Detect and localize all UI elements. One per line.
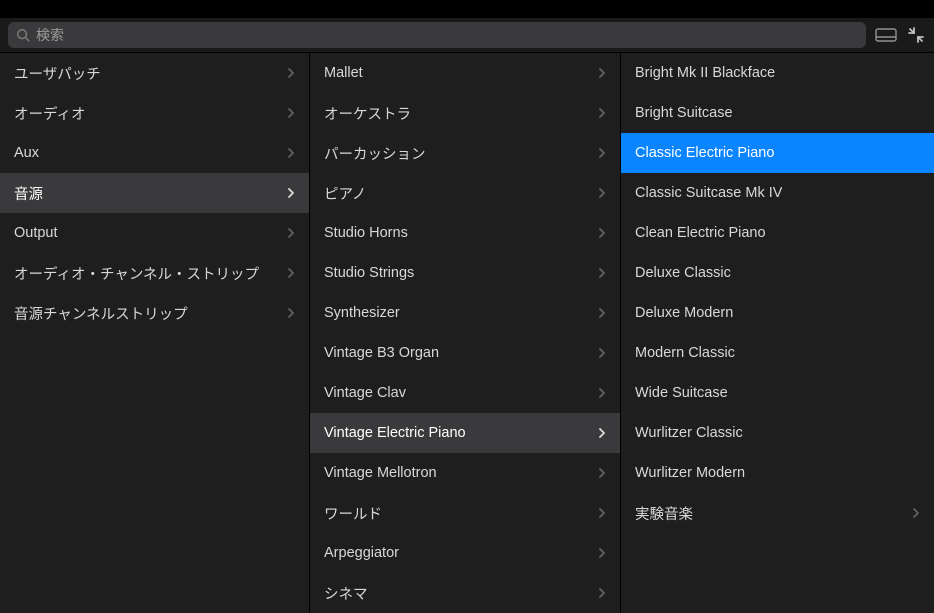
column-2: Mallet オーケストラパーカッションピアノ Studio Horns Studio… bbox=[310, 53, 621, 613]
list-item[interactable]: シネマ bbox=[310, 573, 620, 613]
list-item-label: オーケストラ bbox=[324, 103, 411, 124]
chevron-right-icon bbox=[598, 67, 606, 79]
list-item[interactable]: Classic Suitcase Mk IV bbox=[621, 173, 934, 213]
list-item-label: Output bbox=[14, 225, 58, 241]
chevron-right-icon bbox=[287, 227, 295, 239]
column-3: Bright Mk II Blackface Bright Suitcase Cla… bbox=[621, 53, 934, 613]
list-item-label: Studio Horns bbox=[324, 225, 408, 241]
list-item[interactable]: Mallet bbox=[310, 53, 620, 93]
list-item-label: ピアノ bbox=[324, 183, 366, 204]
list-item-label: Wurlitzer Classic bbox=[635, 425, 743, 441]
list-item-label: Vintage Electric Piano bbox=[324, 425, 466, 441]
list-item-label: Deluxe Classic bbox=[635, 265, 731, 281]
list-item-label: パーカッション bbox=[324, 143, 426, 164]
list-item[interactable]: 音源 bbox=[0, 173, 309, 213]
chevron-right-icon bbox=[287, 107, 295, 119]
list-item[interactable]: Deluxe Classic bbox=[621, 253, 934, 293]
chevron-right-icon bbox=[287, 307, 295, 319]
list-item-label: ユーザパッチ bbox=[14, 63, 101, 84]
chevron-right-icon bbox=[287, 187, 295, 199]
chevron-right-icon bbox=[598, 347, 606, 359]
list-item-label: シネマ bbox=[324, 583, 368, 604]
collapse-icon[interactable] bbox=[906, 25, 926, 45]
list-item[interactable]: 音源チャンネルストリップ bbox=[0, 293, 309, 333]
browser-columns: ユーザパッチオーディオ Aux 音源 Output オーディオ・チャンネル・ストリップ音… bbox=[0, 53, 934, 613]
chevron-right-icon bbox=[598, 427, 606, 439]
list-item[interactable]: オーディオ・チャンネル・ストリップ bbox=[0, 253, 309, 293]
chevron-right-icon bbox=[598, 227, 606, 239]
list-item[interactable]: Vintage Electric Piano bbox=[310, 413, 620, 453]
search-row bbox=[0, 18, 934, 53]
chevron-right-icon bbox=[598, 147, 606, 159]
list-item-label: 音源チャンネルストリップ bbox=[14, 303, 188, 324]
search-box[interactable] bbox=[8, 22, 866, 48]
chevron-right-icon bbox=[598, 587, 606, 599]
list-item-label: Wide Suitcase bbox=[635, 385, 728, 401]
list-item-label: Synthesizer bbox=[324, 305, 400, 321]
list-item[interactable]: Deluxe Modern bbox=[621, 293, 934, 333]
list-item-label: オーディオ・チャンネル・ストリップ bbox=[14, 263, 259, 284]
chevron-right-icon bbox=[287, 67, 295, 79]
list-item[interactable]: Bright Suitcase bbox=[621, 93, 934, 133]
list-item-label: Vintage Clav bbox=[324, 385, 406, 401]
list-item[interactable]: Wurlitzer Modern bbox=[621, 453, 934, 493]
list-item-label: Bright Mk II Blackface bbox=[635, 65, 775, 81]
chevron-right-icon bbox=[598, 107, 606, 119]
list-item-label: Aux bbox=[14, 145, 39, 161]
list-item-label: オーディオ bbox=[14, 103, 86, 124]
list-item-label: 実験音楽 bbox=[635, 503, 693, 524]
list-item[interactable]: Output bbox=[0, 213, 309, 253]
list-item-label: 音源 bbox=[14, 183, 43, 204]
keyboard-icon[interactable] bbox=[874, 25, 898, 45]
list-item[interactable]: ピアノ bbox=[310, 173, 620, 213]
list-item[interactable]: オーディオ bbox=[0, 93, 309, 133]
list-item[interactable]: Studio Horns bbox=[310, 213, 620, 253]
list-item-label: Modern Classic bbox=[635, 345, 735, 361]
column-1: ユーザパッチオーディオ Aux 音源 Output オーディオ・チャンネル・ストリップ音… bbox=[0, 53, 310, 613]
list-item-label: ワールド bbox=[324, 503, 382, 524]
chevron-right-icon bbox=[598, 307, 606, 319]
search-icon bbox=[16, 28, 30, 42]
list-item-label: Vintage Mellotron bbox=[324, 465, 437, 481]
list-item[interactable]: 実験音楽 bbox=[621, 493, 934, 533]
list-item-label: Studio Strings bbox=[324, 265, 414, 281]
list-item[interactable]: Bright Mk II Blackface bbox=[621, 53, 934, 93]
list-item[interactable]: Wide Suitcase bbox=[621, 373, 934, 413]
chevron-right-icon bbox=[598, 387, 606, 399]
list-item[interactable]: Vintage Clav bbox=[310, 373, 620, 413]
list-item[interactable]: パーカッション bbox=[310, 133, 620, 173]
list-item[interactable]: Aux bbox=[0, 133, 309, 173]
list-item[interactable]: Arpeggiator bbox=[310, 533, 620, 573]
list-item[interactable]: Classic Electric Piano bbox=[621, 133, 934, 173]
chevron-right-icon bbox=[598, 187, 606, 199]
list-item-label: Classic Suitcase Mk IV bbox=[635, 185, 782, 201]
chevron-right-icon bbox=[598, 467, 606, 479]
list-item[interactable]: ワールド bbox=[310, 493, 620, 533]
search-input[interactable] bbox=[36, 27, 858, 43]
list-item-label: Arpeggiator bbox=[324, 545, 399, 561]
list-item-label: Bright Suitcase bbox=[635, 105, 733, 121]
list-item-label: Deluxe Modern bbox=[635, 305, 733, 321]
list-item[interactable]: Modern Classic bbox=[621, 333, 934, 373]
list-item[interactable]: ユーザパッチ bbox=[0, 53, 309, 93]
chevron-right-icon bbox=[287, 267, 295, 279]
chevron-right-icon bbox=[598, 507, 606, 519]
list-item[interactable]: Wurlitzer Classic bbox=[621, 413, 934, 453]
list-item-label: Vintage B3 Organ bbox=[324, 345, 439, 361]
list-item-label: Clean Electric Piano bbox=[635, 225, 766, 241]
list-item-label: Mallet bbox=[324, 65, 363, 81]
list-item[interactable]: Vintage Mellotron bbox=[310, 453, 620, 493]
chevron-right-icon bbox=[598, 267, 606, 279]
list-item[interactable]: オーケストラ bbox=[310, 93, 620, 133]
list-item-label: Classic Electric Piano bbox=[635, 145, 774, 161]
chevron-right-icon bbox=[287, 147, 295, 159]
top-spacer bbox=[0, 0, 934, 18]
chevron-right-icon bbox=[912, 507, 920, 519]
list-item[interactable]: Vintage B3 Organ bbox=[310, 333, 620, 373]
chevron-right-icon bbox=[598, 547, 606, 559]
list-item[interactable]: Synthesizer bbox=[310, 293, 620, 333]
list-item[interactable]: Studio Strings bbox=[310, 253, 620, 293]
list-item-label: Wurlitzer Modern bbox=[635, 465, 745, 481]
list-item[interactable]: Clean Electric Piano bbox=[621, 213, 934, 253]
